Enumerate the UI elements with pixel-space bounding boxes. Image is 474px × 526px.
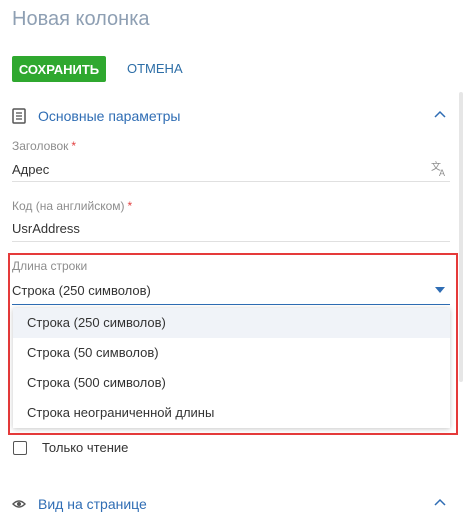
cancel-button[interactable]: ОТМЕНА [127,56,183,82]
required-mark: * [127,199,133,213]
chevron-up-icon[interactable] [432,494,448,510]
dropdown-option[interactable]: Строка неограниченной длины [13,398,450,428]
scrollbar[interactable] [459,92,463,382]
section-view-title: Вид на странице [38,496,147,512]
length-field-label: Длина строки [12,259,88,273]
section-view[interactable]: Вид на странице [12,492,458,516]
page-title: Новая колонка [12,8,150,30]
svg-text:A: A [439,168,445,177]
chevron-up-icon[interactable] [432,106,448,122]
required-mark: * [71,139,77,153]
dropdown-option[interactable]: Строка (250 символов) [13,308,450,338]
readonly-checkbox[interactable] [13,441,27,455]
length-dropdown-list: Строка (250 символов) Строка (50 символо… [13,308,450,428]
translate-icon[interactable]: 文 A [430,159,448,177]
header-field-underline [12,181,450,182]
save-button[interactable]: СОХРАНИТЬ [12,56,106,82]
length-field-value[interactable]: Строка (250 символов) [12,283,151,298]
caret-down-icon[interactable] [435,287,445,293]
list-document-icon [12,108,26,124]
code-field-value[interactable]: UsrAddress [12,221,80,236]
readonly-label[interactable]: Только чтение [42,440,128,455]
section-main-title: Основные параметры [38,108,181,124]
code-field-label: Код (на английском) * [12,199,133,213]
header-field-value[interactable]: Адрес [12,162,49,177]
dropdown-option[interactable]: Строка (50 символов) [13,338,450,368]
length-field-underline [12,304,450,305]
eye-icon [12,500,26,508]
code-field-underline [12,241,450,242]
dropdown-option[interactable]: Строка (500 символов) [13,368,450,398]
header-field-label: Заголовок * [12,139,77,153]
section-main-params[interactable]: Основные параметры [12,104,458,128]
